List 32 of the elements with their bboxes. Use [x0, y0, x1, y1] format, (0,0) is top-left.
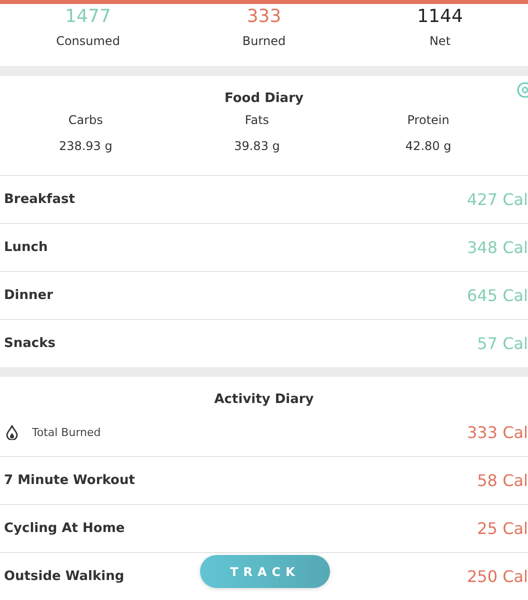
meal-calories: 645 Cal	[466, 286, 528, 305]
macro-value: 42.80 g	[405, 139, 452, 153]
activity-name[interactable]: 7 Minute Workout	[4, 473, 135, 488]
activity-calories: 250 Cal	[466, 567, 528, 586]
macro-value: 238.93 g	[58, 139, 112, 153]
stat-label: Net	[429, 34, 451, 48]
meal-calories: 427 Cal	[466, 190, 528, 209]
stat-label: Burned	[242, 34, 286, 48]
meal-calories: 348 Cal	[466, 238, 528, 257]
stat-value: 1144	[417, 6, 463, 28]
macro-label: Carbs	[68, 113, 103, 127]
total-burned-label: Total Burned	[32, 426, 101, 439]
activity-name[interactable]: Outside Walking	[4, 569, 124, 584]
meal-calories: 57 Cal	[477, 334, 528, 353]
total-burned-calories: 333 Cal	[466, 423, 528, 442]
meal-name[interactable]: Snacks	[4, 336, 56, 351]
activity-calories: 25 Cal	[477, 519, 528, 538]
macro-label: Fats	[244, 113, 270, 127]
meal-name[interactable]: Lunch	[4, 240, 48, 255]
add-icon[interactable]	[516, 82, 528, 98]
flame-icon	[6, 425, 18, 440]
macro-label: Protein	[407, 113, 450, 127]
stat-value: 333	[246, 6, 282, 28]
activity-name[interactable]: Cycling At Home	[4, 521, 125, 536]
macro-value: 39.83 g	[234, 139, 280, 153]
stat-label: Consumed	[56, 34, 120, 48]
meal-name[interactable]: Dinner	[4, 288, 53, 303]
activity-calories: 58 Cal	[477, 471, 528, 490]
stat-value: 1477	[65, 6, 111, 28]
section-title: Activity Diary	[214, 392, 314, 406]
meal-name[interactable]: Breakfast	[4, 192, 75, 207]
section-title: Food Diary	[224, 90, 304, 106]
